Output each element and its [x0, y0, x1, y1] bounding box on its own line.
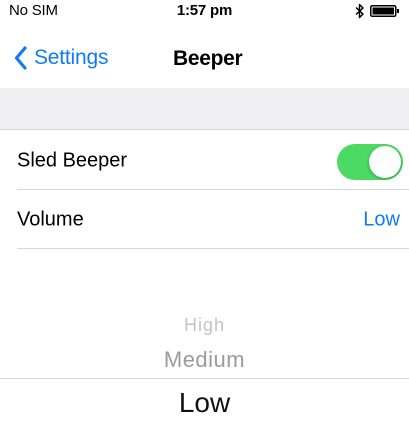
battery-icon [370, 5, 399, 17]
volume-row[interactable]: Volume Low [0, 190, 409, 249]
section-header [0, 88, 409, 130]
volume-value: Low [363, 208, 400, 230]
row-divider [17, 248, 409, 249]
beeper-settings-screen: No SIM 1:57 pm Settings Beeper Sled Beep… [0, 0, 409, 422]
back-button-label: Settings [34, 46, 109, 69]
sled-beeper-label: Sled Beeper [17, 149, 128, 171]
sled-beeper-toggle[interactable] [337, 144, 403, 180]
picker-selection-line [0, 378, 409, 379]
back-button[interactable]: Settings [14, 42, 108, 74]
picker-option-high[interactable]: High [0, 315, 409, 336]
bluetooth-icon [355, 3, 364, 19]
toggle-knob [369, 146, 401, 178]
status-time: 1:57 pm [176, 2, 233, 19]
page-title: Beeper [173, 47, 243, 70]
picker-option-medium[interactable]: Medium [0, 347, 409, 373]
picker-option-low[interactable]: Low [0, 387, 409, 419]
navigation-bar: Settings Beeper [0, 24, 409, 88]
status-bar: No SIM 1:57 pm [0, 0, 409, 24]
volume-label: Volume [17, 208, 84, 230]
volume-picker[interactable]: High Medium Low [0, 250, 409, 422]
sled-beeper-row: Sled Beeper [0, 131, 409, 190]
chevron-left-icon [14, 46, 27, 70]
